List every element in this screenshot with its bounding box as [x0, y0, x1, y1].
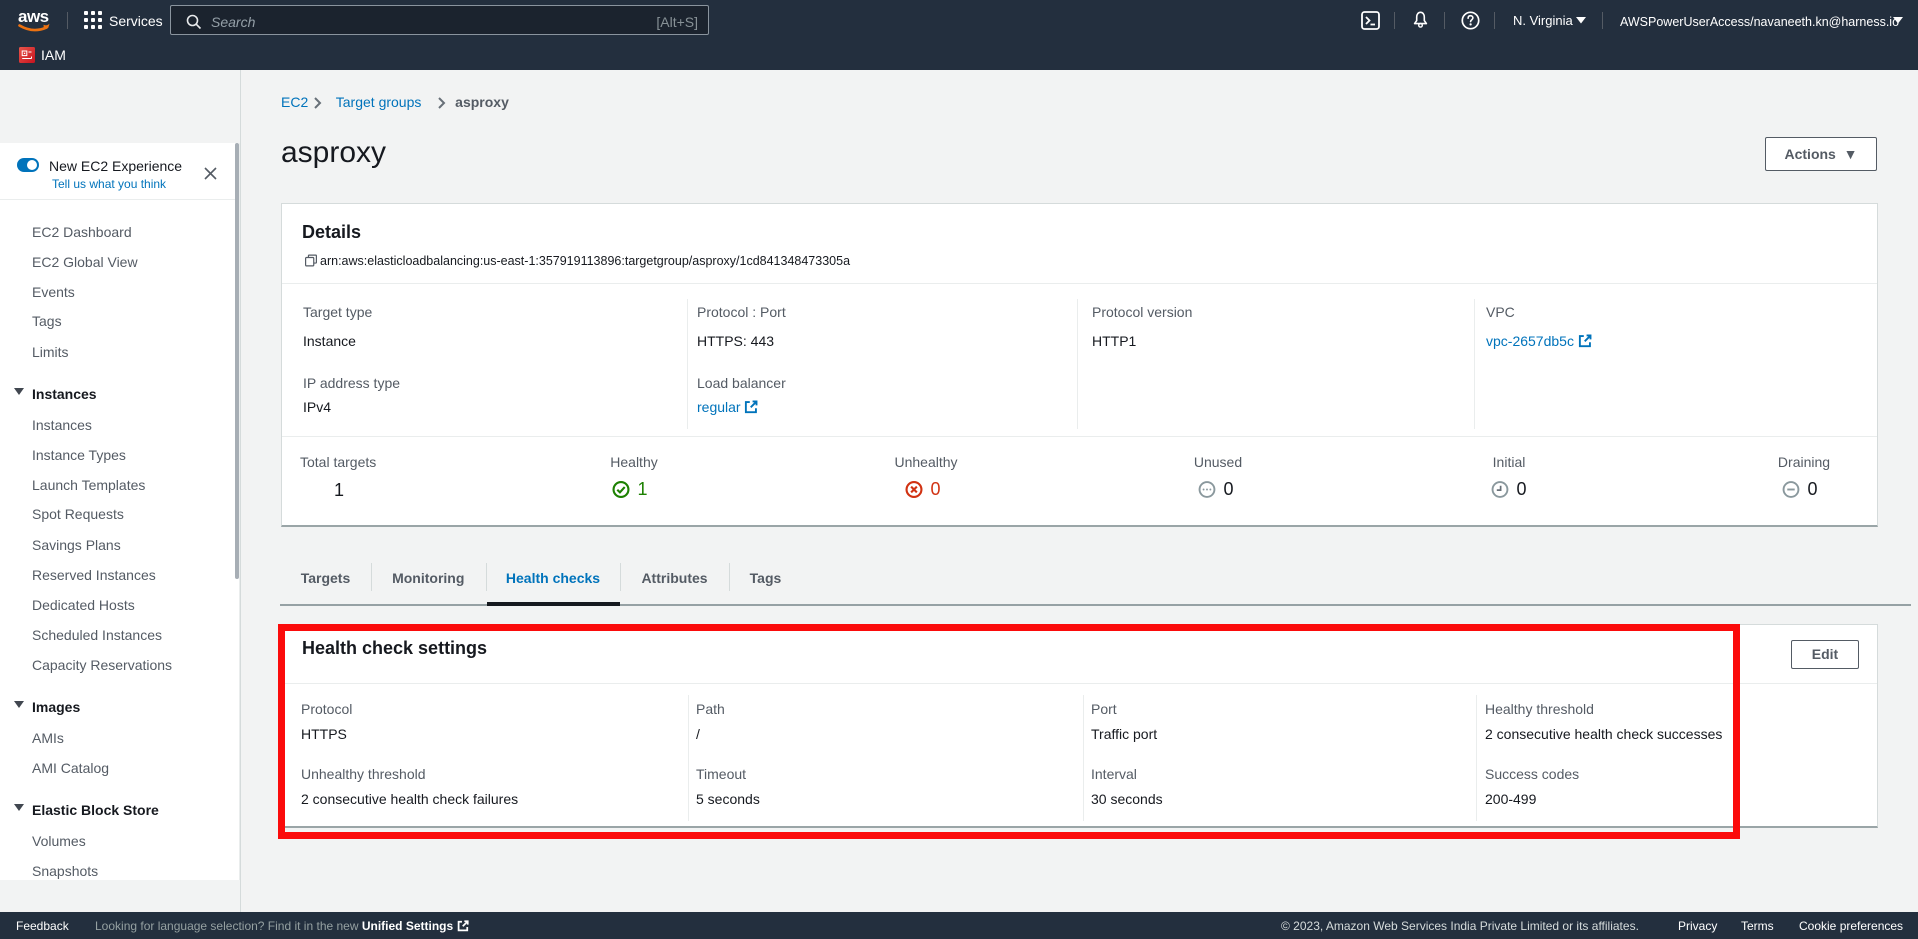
svg-text:aws: aws	[18, 7, 49, 26]
